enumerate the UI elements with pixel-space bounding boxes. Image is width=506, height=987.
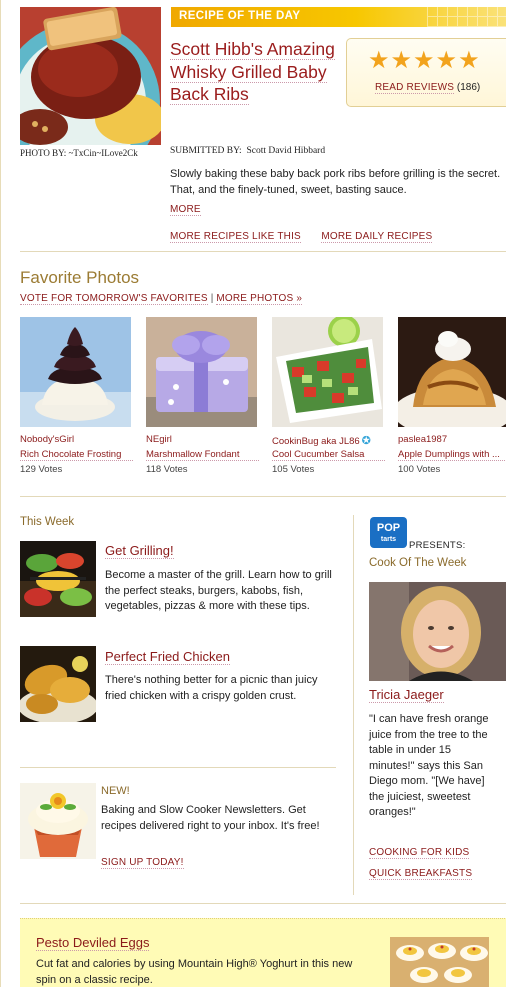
this-week-heading: This Week [20, 516, 75, 528]
reviews: READ REVIEWS (186) [375, 82, 481, 94]
favorite-photo-2[interactable] [146, 317, 257, 427]
deviled-eggs-photo[interactable] [390, 937, 489, 987]
pesto-title[interactable]: Pesto Deviled Eggs [36, 935, 150, 951]
cook-name-link[interactable]: Tricia Jaeger [369, 687, 444, 703]
svg-text:POP: POP [377, 522, 400, 534]
quick-breakfasts-link[interactable]: QUICK BREAKFASTS [369, 868, 473, 880]
favorite-photos-heading: Favorite Photos [20, 268, 140, 287]
favorite-votes-3: 105 Votes [272, 464, 315, 475]
cook-quote: "I can have fresh orange juice from the … [369, 713, 489, 818]
fried-chicken-photo[interactable] [20, 646, 96, 722]
newsletter-description: Baking and Slow Cooker Newsletters. Get … [101, 804, 320, 832]
column-divider [353, 515, 354, 895]
sign-up-wrapper: SIGN UP TODAY! [101, 852, 184, 870]
recipe-title[interactable]: Scott Hibb's Amazing Whisky Grilled Baby… [170, 38, 340, 106]
presents-label: PRESENTS: [409, 540, 466, 551]
pesto-description: Cut fat and calories by using Mountain H… [36, 958, 353, 986]
newsletter-photo[interactable] [20, 783, 96, 859]
favorite-votes-1: 129 Votes [20, 464, 63, 475]
cooking-for-kids-link[interactable]: COOKING FOR KIDS [369, 847, 470, 859]
recipe-photo[interactable] [20, 7, 161, 145]
recipe-more-link[interactable]: MORE [170, 204, 201, 216]
cooking-for-kids-wrapper: COOKING FOR KIDS [369, 842, 470, 860]
featured-star-icon: ✪ [361, 435, 371, 447]
submitted-by-name: Scott David Hibbard [246, 146, 326, 156]
favorite-user-4[interactable]: paslea1987 [398, 434, 447, 445]
cook-name[interactable]: Tricia Jaeger [369, 687, 444, 703]
recipe-of-the-day-banner: RECIPE OF THE DAY [171, 7, 506, 27]
fried-chicken-title[interactable]: Perfect Fried Chicken [105, 649, 230, 665]
quick-breakfasts-wrapper: QUICK BREAKFASTS [369, 863, 473, 881]
banner-pattern [427, 7, 506, 27]
favorite-user-2[interactable]: NEgirl [146, 434, 172, 445]
fried-chicken-link[interactable]: Perfect Fried Chicken [105, 649, 230, 665]
rating-stars-icon: ★★★★★ [368, 47, 481, 74]
pesto-promo: Pesto Deviled Eggs Cut fat and calories … [20, 918, 506, 987]
banner-label: RECIPE OF THE DAY [179, 10, 301, 22]
get-grilling-title[interactable]: Get Grilling! [105, 543, 174, 559]
favorite-name-1[interactable]: Rich Chocolate Frosting [20, 449, 133, 461]
favorite-votes-4: 100 Votes [398, 464, 441, 475]
divider [20, 903, 506, 904]
fried-chicken-description: There's nothing better for a picnic than… [105, 674, 318, 702]
favorite-photo-1[interactable] [20, 317, 131, 427]
favorite-photo-4[interactable] [398, 317, 506, 427]
favorite-user-3: CookinBug aka JL86 ✪ [272, 434, 371, 447]
favorite-votes-2: 118 Votes [146, 464, 188, 475]
submitted-by: SUBMITTED BY: Scott David Hibbard [170, 146, 325, 156]
get-grilling-description: Become a master of the grill. Learn how … [105, 569, 332, 612]
favorite-name-4[interactable]: Apple Dumplings with ... [398, 449, 506, 461]
pesto-title-link[interactable]: Pesto Deviled Eggs [36, 935, 150, 951]
more-recipes-like-this-link[interactable]: MORE RECIPES LIKE THIS [170, 231, 301, 243]
more-daily-recipes-link[interactable]: MORE DAILY RECIPES [321, 231, 433, 243]
vote-favorites-link[interactable]: VOTE FOR TOMORROW'S FAVORITES [20, 293, 208, 305]
favorite-photos-links: VOTE FOR TOMORROW'S FAVORITES | MORE PHOTO… [20, 293, 303, 305]
grilling-photo[interactable] [20, 541, 96, 617]
favorite-user-1[interactable]: Nobody'sGirl [20, 434, 74, 445]
photo-credit: PHOTO BY: ~TxCin~ILove2Ck [20, 148, 138, 158]
page: PHOTO BY: ~TxCin~ILove2Ck RECIPE OF THE … [0, 0, 506, 987]
favorite-photo-3[interactable] [272, 317, 383, 427]
get-grilling-link[interactable]: Get Grilling! [105, 543, 174, 559]
cook-of-the-week-heading: Cook Of The Week [369, 557, 467, 569]
new-label: NEW! [101, 785, 130, 797]
more-photos-link[interactable]: MORE PHOTOS » [216, 293, 303, 305]
rating-box: ★★★★★ READ REVIEWS (186) [346, 38, 506, 107]
cook-photo[interactable] [369, 582, 506, 681]
favorite-name-3[interactable]: Cool Cucumber Salsa [272, 449, 385, 461]
sign-up-link[interactable]: SIGN UP TODAY! [101, 857, 184, 869]
link-separator: | [210, 293, 214, 304]
favorite-name-2[interactable]: Marshmallow Fondant [146, 449, 259, 461]
svg-text:tarts: tarts [381, 536, 396, 543]
review-count: (186) [456, 82, 481, 93]
recipe-description: Slowly baking these baby back pork ribs … [170, 168, 501, 196]
favorite-user-3-name[interactable]: CookinBug aka JL86 [272, 436, 360, 447]
divider [20, 767, 336, 768]
read-reviews-link[interactable]: READ REVIEWS [375, 82, 455, 94]
recipe-links: MORE RECIPES LIKE THIS MORE DAILY RECIPE… [170, 226, 448, 244]
submitted-by-label: SUBMITTED BY: [170, 146, 242, 156]
recipe-title-text[interactable]: Scott Hibb's Amazing Whisky Grilled Baby… [170, 39, 335, 105]
divider [20, 251, 506, 252]
divider [20, 496, 506, 497]
pop-tarts-logo[interactable]: POP tarts [369, 516, 408, 549]
